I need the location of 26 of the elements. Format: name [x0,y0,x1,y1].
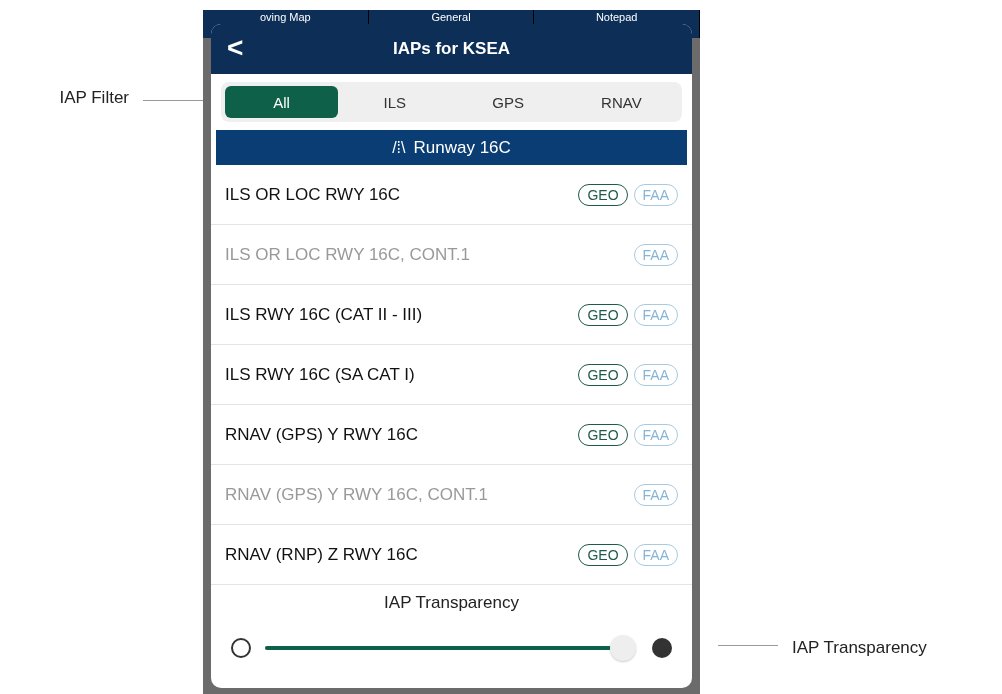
back-button[interactable]: < [221,32,250,64]
procedure-row[interactable]: ILS OR LOC RWY 16C GEO FAA [211,165,692,225]
filter-tab[interactable]: GPS [451,86,565,118]
filter-tab[interactable]: RNAV [564,86,678,118]
procedure-name: RNAV (GPS) Y RWY 16C [225,424,420,445]
transparency-label: IAP Transparency [383,593,520,613]
procedure-row[interactable]: RNAV (GPS) Y RWY 16C GEO FAA [211,405,692,465]
runway-label: Runway 16C [413,137,511,158]
empty-circle-icon [231,638,251,658]
procedure-name: RNAV (RNP) Z RWY 16C [225,544,419,565]
annotation-label: IAP Transparency [792,638,927,658]
filter-tab[interactable]: All [225,86,339,118]
procedure-name: ILS RWY 16C (CAT II - III) [225,304,424,325]
procedure-name: ILS RWY 16C (SA CAT I) [225,364,416,385]
procedure-name: ILS OR LOC RWY 16C [225,184,402,205]
runway-icon: /⁞\ [392,138,406,157]
procedure-name: RNAV (GPS) Y RWY 16C, CONT.1 [225,484,489,505]
procedure-row[interactable]: RNAV (RNP) Z RWY 16C GEO FAA [211,525,692,585]
filled-circle-icon [652,638,672,658]
procedure-name: ILS OR LOC RWY 16C, CONT.1 [225,244,471,265]
dialog-title: IAPs for KSEA [392,39,511,59]
filter-tab[interactable]: ILS [338,86,452,118]
annotation-label: IAP Filter [59,88,129,108]
procedure-row[interactable]: ILS RWY 16C (SA CAT I) GEO FAA [211,345,692,405]
slider-thumb[interactable] [610,635,637,661]
procedure-row[interactable]: ILS RWY 16C (CAT II - III) GEO FAA [211,285,692,345]
